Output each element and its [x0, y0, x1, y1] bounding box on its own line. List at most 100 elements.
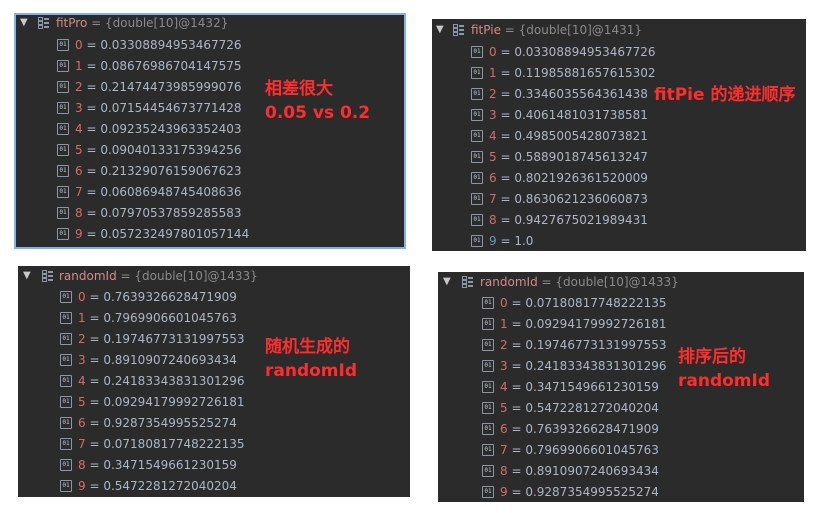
- element-value: 0.24183343831301296: [525, 359, 667, 373]
- array-element-row[interactable]: 01 4 = 0.24183343831301296: [60, 372, 245, 390]
- array-element-icon: 01: [57, 164, 69, 177]
- array-element-row[interactable]: 01 0 = 0.7639326628471909: [60, 288, 237, 306]
- array-element-row[interactable]: 01 6 = 0.9287354995525274: [60, 414, 237, 432]
- element-value: 0.7969906601045763: [103, 311, 237, 325]
- array-element-row[interactable]: 01 9 = 0.5472281272040204: [60, 477, 237, 495]
- array-element-row[interactable]: 01 8 = 0.3471549661230159: [60, 456, 237, 474]
- element-value: 0.7639326628471909: [525, 422, 659, 436]
- array-element-icon: 01: [482, 443, 494, 456]
- array-element-row[interactable]: 01 5 = 0.5472281272040204: [482, 399, 659, 417]
- triangle-down-icon[interactable]: ▼: [443, 273, 451, 291]
- array-element-icon: 01: [471, 108, 483, 121]
- element-index: 5: [78, 395, 86, 409]
- array-element-icon: 01: [60, 332, 72, 345]
- equals-sign: =: [496, 234, 515, 248]
- array-element-row[interactable]: 01 3 = 0.4061481031738581: [471, 106, 648, 124]
- array-element-row[interactable]: 01 0 = 0.07180817748222135: [482, 294, 667, 312]
- array-element-icon: 01: [57, 143, 69, 156]
- array-element-row[interactable]: 01 8 = 0.8910907240693434: [482, 462, 659, 480]
- array-element-row[interactable]: 01 1 = 0.7969906601045763: [60, 309, 237, 327]
- array-icon: [462, 276, 473, 288]
- array-element-row[interactable]: 01 3 = 0.07154454673771428: [57, 99, 242, 117]
- array-element-row[interactable]: 01 2 = 0.19746773131997553: [60, 330, 245, 348]
- element-index: 2: [78, 332, 86, 346]
- array-element-icon: 01: [482, 485, 494, 498]
- equals-sign: =: [82, 185, 101, 199]
- array-element-row[interactable]: 01 1 = 0.08676986704147575: [57, 57, 242, 75]
- array-element-row[interactable]: 01 2 = 0.3346035564361438: [471, 85, 648, 103]
- array-element-icon: 01: [57, 59, 69, 72]
- array-element-icon: 01: [471, 45, 483, 58]
- element-value: 0.09235243963352403: [100, 122, 242, 136]
- equals-sign: =: [507, 464, 526, 478]
- triangle-down-icon[interactable]: ▼: [20, 14, 28, 32]
- array-element-row[interactable]: 01 9 = 1.0: [471, 232, 533, 250]
- array-element-icon: 01: [57, 227, 69, 240]
- array-element-row[interactable]: 01 6 = 0.21329076159067623: [57, 162, 242, 180]
- array-element-row[interactable]: 01 6 = 0.8021926361520009: [471, 169, 648, 187]
- array-element-icon: 01: [482, 422, 494, 435]
- array-element-row[interactable]: 01 8 = 0.07970537859285583: [57, 204, 242, 222]
- equals-sign: =: [85, 479, 104, 493]
- triangle-down-icon[interactable]: ▼: [23, 267, 31, 285]
- array-element-row[interactable]: 01 7 = 0.07180817748222135: [60, 435, 245, 453]
- array-element-row[interactable]: 01 0 = 0.03308894953467726: [471, 43, 656, 61]
- array-element-row[interactable]: 01 3 = 0.8910907240693434: [60, 351, 237, 369]
- debug-panel-fitpro[interactable]: ▼ fitPro = {double[10]@1432} 01 0 = 0.033…: [14, 13, 406, 249]
- array-element-icon: 01: [60, 353, 72, 366]
- variable-name: fitPro: [56, 16, 88, 30]
- equals-sign: =: [85, 395, 104, 409]
- debug-panel-fitpie[interactable]: ▼ fitPie = {double[10]@1431} 01 0 = 0.033…: [432, 19, 806, 251]
- element-index: 8: [78, 458, 86, 472]
- array-element-icon: 01: [57, 206, 69, 219]
- triangle-down-icon[interactable]: ▼: [436, 21, 444, 39]
- array-element-row[interactable]: 01 5 = 0.5889018745613247: [471, 148, 648, 166]
- array-element-row[interactable]: 01 7 = 0.7969906601045763: [482, 441, 659, 459]
- element-value: 0.21329076159067623: [100, 164, 242, 178]
- array-element-row[interactable]: 01 4 = 0.3471549661230159: [482, 378, 659, 396]
- array-element-row[interactable]: 01 7 = 0.06086948745408636: [57, 183, 242, 201]
- equals-sign: =: [82, 38, 101, 52]
- element-value: 0.06086948745408636: [100, 185, 242, 199]
- array-element-row[interactable]: 01 7 = 0.8630621236060873: [471, 190, 648, 208]
- array-element-row[interactable]: 01 4 = 0.09235243963352403: [57, 120, 242, 138]
- array-element-row[interactable]: 01 1 = 0.11985881657615302: [471, 64, 656, 82]
- array-element-row[interactable]: 01 1 = 0.09294179992726181: [482, 315, 667, 333]
- element-index: 0: [500, 296, 508, 310]
- element-index: 5: [500, 401, 508, 415]
- array-icon: [42, 270, 53, 282]
- equals-sign: =: [507, 359, 526, 373]
- array-element-row[interactable]: 01 6 = 0.7639326628471909: [482, 420, 659, 438]
- element-index: 6: [500, 422, 508, 436]
- element-value: 0.4985005428073821: [514, 129, 648, 143]
- array-element-row[interactable]: 01 4 = 0.4985005428073821: [471, 127, 648, 145]
- equals-sign: =: [496, 108, 515, 122]
- array-element-row[interactable]: 01 5 = 0.09040133175394256: [57, 141, 242, 159]
- array-element-row[interactable]: 01 0 = 0.03308894953467726: [57, 36, 242, 54]
- equals-sign: =: [507, 338, 526, 352]
- variable-name: fitPie: [471, 23, 501, 37]
- array-element-icon: 01: [471, 150, 483, 163]
- array-element-row[interactable]: 01 9 = 0.9287354995525274: [482, 483, 659, 501]
- element-index: 8: [489, 213, 497, 227]
- element-value: 0.5889018745613247: [514, 150, 648, 164]
- annotation-line: randomId: [678, 371, 771, 391]
- equals-sign: =: [496, 192, 515, 206]
- element-index: 6: [489, 171, 497, 185]
- array-element-row[interactable]: 01 8 = 0.9427675021989431: [471, 211, 648, 229]
- array-element-row[interactable]: 01 2 = 0.21474473985999076: [57, 78, 242, 96]
- array-element-icon: 01: [57, 101, 69, 114]
- array-element-row[interactable]: 01 3 = 0.24183343831301296: [482, 357, 667, 375]
- variable-name: randomId: [59, 269, 117, 283]
- array-element-row[interactable]: 01 9 = 0.057232497801057144: [57, 225, 249, 243]
- equals-sign: =: [507, 401, 526, 415]
- equals-sign: =: [82, 206, 101, 220]
- equals-sign: =: [496, 45, 515, 59]
- element-index: 3: [78, 353, 86, 367]
- equals-sign: =: [507, 422, 526, 436]
- element-index: 9: [78, 479, 86, 493]
- array-element-row[interactable]: 01 2 = 0.19746773131997553: [482, 336, 667, 354]
- element-index: 3: [75, 101, 83, 115]
- array-element-row[interactable]: 01 5 = 0.09294179992726181: [60, 393, 245, 411]
- element-value: 0.9287354995525274: [103, 416, 237, 430]
